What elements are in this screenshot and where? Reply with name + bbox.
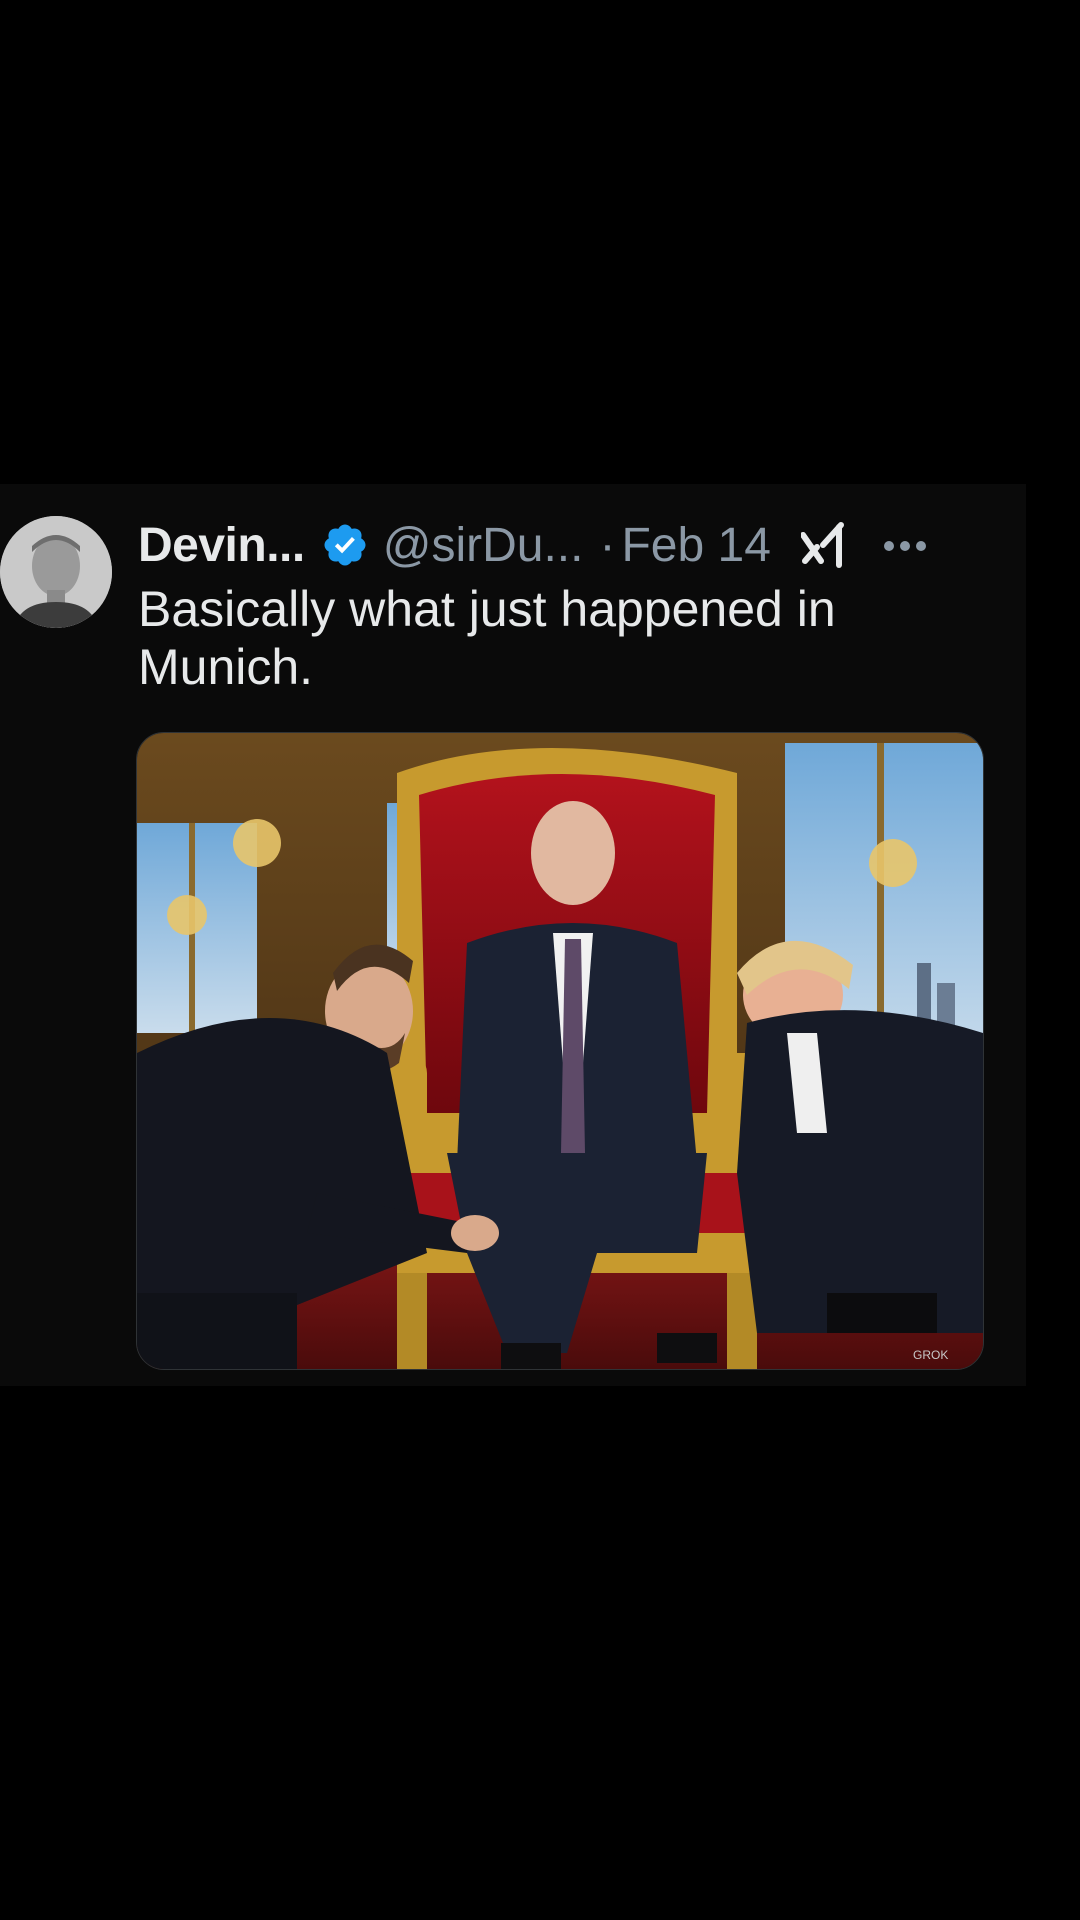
avatar-image: [0, 516, 112, 628]
author-name[interactable]: Devin...: [138, 518, 305, 573]
screen: Devin... @sirDu... · Feb 14 Basically wh…: [0, 0, 1080, 1920]
tweet-card[interactable]: Devin... @sirDu... · Feb 14 Basically wh…: [0, 484, 1026, 1386]
grok-logo-icon[interactable]: [799, 521, 847, 569]
tweet-date[interactable]: Feb 14: [621, 518, 770, 573]
more-options-icon[interactable]: [883, 539, 927, 551]
author-handle[interactable]: @sirDu...: [383, 518, 584, 573]
avatar[interactable]: [0, 516, 112, 628]
tweet-header: Devin... @sirDu... · Feb 14: [138, 514, 1008, 576]
throne-room-illustration: GROK: [137, 733, 983, 1369]
separator: ·: [599, 518, 616, 572]
tweet-media-image[interactable]: GROK: [136, 732, 984, 1370]
media-watermark: GROK: [913, 1348, 948, 1362]
verified-badge-icon: [321, 521, 369, 569]
tweet-text: Basically what just happened in Munich.: [138, 581, 836, 695]
